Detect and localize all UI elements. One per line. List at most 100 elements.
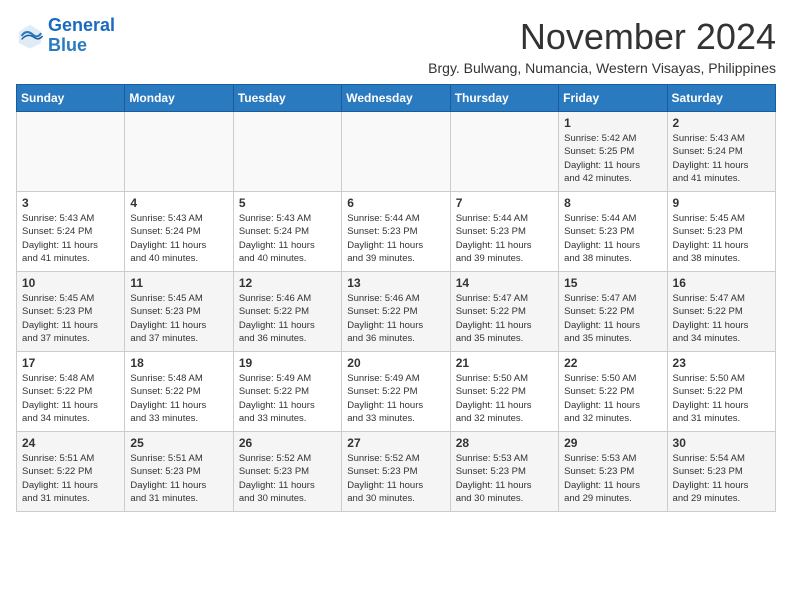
day-info: Sunrise: 5:43 AM Sunset: 5:24 PM Dayligh… <box>673 132 770 185</box>
calendar-cell: 1 Sunrise: 5:42 AM Sunset: 5:25 PM Daylig… <box>559 112 667 192</box>
weekday-header-sunday: Sunday <box>17 85 125 112</box>
day-number: 7 <box>456 196 553 210</box>
calendar-week-4: 17 Sunrise: 5:48 AM Sunset: 5:22 PM Dayli… <box>17 352 776 432</box>
calendar-cell: 24 Sunrise: 5:51 AM Sunset: 5:22 PM Dayli… <box>17 432 125 512</box>
calendar-cell: 2 Sunrise: 5:43 AM Sunset: 5:24 PM Daylig… <box>667 112 775 192</box>
day-number: 24 <box>22 436 119 450</box>
calendar-cell: 11Sunrise: 5:45 AM Sunset: 5:23 PM Dayli… <box>125 272 233 352</box>
day-info: Sunrise: 5:51 AM Sunset: 5:23 PM Dayligh… <box>130 452 227 505</box>
day-number: 29 <box>564 436 661 450</box>
day-info: Sunrise: 5:45 AM Sunset: 5:23 PM Dayligh… <box>22 292 119 345</box>
calendar-cell <box>342 112 450 192</box>
day-number: 14 <box>456 276 553 290</box>
day-number: 1 <box>564 116 661 130</box>
calendar-cell: 5 Sunrise: 5:43 AM Sunset: 5:24 PM Daylig… <box>233 192 341 272</box>
day-info: Sunrise: 5:43 AM Sunset: 5:24 PM Dayligh… <box>22 212 119 265</box>
day-number: 28 <box>456 436 553 450</box>
location-subtitle: Brgy. Bulwang, Numancia, Western Visayas… <box>428 60 776 76</box>
calendar-cell: 14Sunrise: 5:47 AM Sunset: 5:22 PM Dayli… <box>450 272 558 352</box>
day-number: 23 <box>673 356 770 370</box>
weekday-header-wednesday: Wednesday <box>342 85 450 112</box>
day-number: 11 <box>130 276 227 290</box>
day-info: Sunrise: 5:43 AM Sunset: 5:24 PM Dayligh… <box>239 212 336 265</box>
month-title: November 2024 <box>428 16 776 58</box>
day-number: 21 <box>456 356 553 370</box>
day-info: Sunrise: 5:53 AM Sunset: 5:23 PM Dayligh… <box>456 452 553 505</box>
calendar-cell: 27Sunrise: 5:52 AM Sunset: 5:23 PM Dayli… <box>342 432 450 512</box>
day-info: Sunrise: 5:47 AM Sunset: 5:22 PM Dayligh… <box>673 292 770 345</box>
calendar-cell: 13 Sunrise: 5:46 AM Sunset: 5:22 PM Dayli… <box>342 272 450 352</box>
calendar-cell: 7 Sunrise: 5:44 AM Sunset: 5:23 PM Daylig… <box>450 192 558 272</box>
weekday-header-monday: Monday <box>125 85 233 112</box>
calendar-cell: 25Sunrise: 5:51 AM Sunset: 5:23 PM Dayli… <box>125 432 233 512</box>
day-info: Sunrise: 5:46 AM Sunset: 5:22 PM Dayligh… <box>347 292 444 345</box>
day-number: 8 <box>564 196 661 210</box>
calendar-cell: 20Sunrise: 5:49 AM Sunset: 5:22 PM Dayli… <box>342 352 450 432</box>
day-number: 12 <box>239 276 336 290</box>
calendar-cell: 30 Sunrise: 5:54 AM Sunset: 5:23 PM Dayli… <box>667 432 775 512</box>
day-info: Sunrise: 5:51 AM Sunset: 5:22 PM Dayligh… <box>22 452 119 505</box>
calendar-cell: 29 Sunrise: 5:53 AM Sunset: 5:23 PM Dayli… <box>559 432 667 512</box>
day-number: 18 <box>130 356 227 370</box>
day-number: 22 <box>564 356 661 370</box>
logo-line2: Blue <box>48 35 87 55</box>
logo: General Blue <box>16 16 115 56</box>
weekday-header-thursday: Thursday <box>450 85 558 112</box>
calendar-cell: 3 Sunrise: 5:43 AM Sunset: 5:24 PM Daylig… <box>17 192 125 272</box>
weekday-header-friday: Friday <box>559 85 667 112</box>
calendar-cell: 8 Sunrise: 5:44 AM Sunset: 5:23 PM Daylig… <box>559 192 667 272</box>
day-number: 26 <box>239 436 336 450</box>
day-info: Sunrise: 5:44 AM Sunset: 5:23 PM Dayligh… <box>456 212 553 265</box>
title-block: November 2024 Brgy. Bulwang, Numancia, W… <box>428 16 776 76</box>
calendar-cell: 12 Sunrise: 5:46 AM Sunset: 5:22 PM Dayli… <box>233 272 341 352</box>
calendar-cell: 10 Sunrise: 5:45 AM Sunset: 5:23 PM Dayli… <box>17 272 125 352</box>
logo-icon <box>16 22 44 50</box>
day-number: 2 <box>673 116 770 130</box>
logo-text: General Blue <box>48 16 115 56</box>
day-number: 5 <box>239 196 336 210</box>
calendar-cell: 22 Sunrise: 5:50 AM Sunset: 5:22 PM Dayli… <box>559 352 667 432</box>
calendar-cell: 17 Sunrise: 5:48 AM Sunset: 5:22 PM Dayli… <box>17 352 125 432</box>
calendar-cell <box>233 112 341 192</box>
calendar-cell: 28 Sunrise: 5:53 AM Sunset: 5:23 PM Dayli… <box>450 432 558 512</box>
day-number: 17 <box>22 356 119 370</box>
day-number: 19 <box>239 356 336 370</box>
calendar-cell: 9Sunrise: 5:45 AM Sunset: 5:23 PM Daylig… <box>667 192 775 272</box>
day-info: Sunrise: 5:49 AM Sunset: 5:22 PM Dayligh… <box>347 372 444 425</box>
day-info: Sunrise: 5:50 AM Sunset: 5:22 PM Dayligh… <box>673 372 770 425</box>
day-number: 10 <box>22 276 119 290</box>
weekday-header-tuesday: Tuesday <box>233 85 341 112</box>
day-info: Sunrise: 5:50 AM Sunset: 5:22 PM Dayligh… <box>564 372 661 425</box>
weekday-header-saturday: Saturday <box>667 85 775 112</box>
day-info: Sunrise: 5:44 AM Sunset: 5:23 PM Dayligh… <box>564 212 661 265</box>
calendar-week-2: 3 Sunrise: 5:43 AM Sunset: 5:24 PM Daylig… <box>17 192 776 272</box>
day-info: Sunrise: 5:54 AM Sunset: 5:23 PM Dayligh… <box>673 452 770 505</box>
day-number: 30 <box>673 436 770 450</box>
day-number: 16 <box>673 276 770 290</box>
calendar-cell <box>17 112 125 192</box>
calendar-cell: 18Sunrise: 5:48 AM Sunset: 5:22 PM Dayli… <box>125 352 233 432</box>
day-number: 3 <box>22 196 119 210</box>
day-info: Sunrise: 5:43 AM Sunset: 5:24 PM Dayligh… <box>130 212 227 265</box>
day-info: Sunrise: 5:47 AM Sunset: 5:22 PM Dayligh… <box>564 292 661 345</box>
weekday-header-row: SundayMondayTuesdayWednesdayThursdayFrid… <box>17 85 776 112</box>
day-info: Sunrise: 5:48 AM Sunset: 5:22 PM Dayligh… <box>22 372 119 425</box>
calendar-table: SundayMondayTuesdayWednesdayThursdayFrid… <box>16 84 776 512</box>
calendar-week-3: 10 Sunrise: 5:45 AM Sunset: 5:23 PM Dayli… <box>17 272 776 352</box>
day-number: 13 <box>347 276 444 290</box>
calendar-cell: 23 Sunrise: 5:50 AM Sunset: 5:22 PM Dayli… <box>667 352 775 432</box>
day-info: Sunrise: 5:52 AM Sunset: 5:23 PM Dayligh… <box>239 452 336 505</box>
day-info: Sunrise: 5:53 AM Sunset: 5:23 PM Dayligh… <box>564 452 661 505</box>
calendar-cell: 6Sunrise: 5:44 AM Sunset: 5:23 PM Daylig… <box>342 192 450 272</box>
day-info: Sunrise: 5:42 AM Sunset: 5:25 PM Dayligh… <box>564 132 661 185</box>
day-number: 27 <box>347 436 444 450</box>
calendar-cell <box>125 112 233 192</box>
calendar-cell: 21 Sunrise: 5:50 AM Sunset: 5:22 PM Dayli… <box>450 352 558 432</box>
day-info: Sunrise: 5:46 AM Sunset: 5:22 PM Dayligh… <box>239 292 336 345</box>
day-info: Sunrise: 5:44 AM Sunset: 5:23 PM Dayligh… <box>347 212 444 265</box>
page-header: General Blue November 2024 Brgy. Bulwang… <box>16 16 776 76</box>
calendar-cell: 19Sunrise: 5:49 AM Sunset: 5:22 PM Dayli… <box>233 352 341 432</box>
day-info: Sunrise: 5:50 AM Sunset: 5:22 PM Dayligh… <box>456 372 553 425</box>
day-number: 15 <box>564 276 661 290</box>
logo-line1: General <box>48 15 115 35</box>
